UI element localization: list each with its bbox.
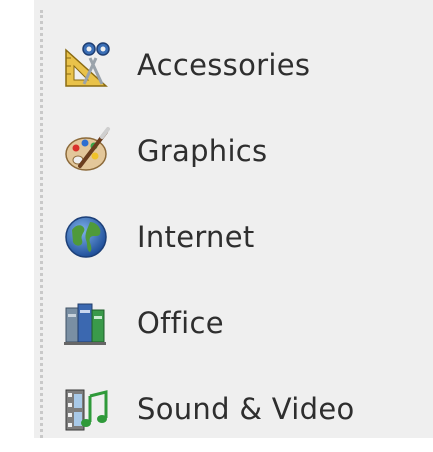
menu-item-label: Office — [137, 305, 224, 340]
menu-separator — [40, 10, 43, 438]
applications-menu: Accessories Graphics Internet Office Sou… — [62, 22, 355, 452]
graphics-icon — [62, 126, 124, 176]
menu-item-graphics[interactable]: Graphics — [62, 108, 355, 194]
sound-video-icon — [62, 384, 124, 434]
menu-item-sound-video[interactable]: Sound & Video — [62, 366, 355, 452]
internet-icon — [62, 212, 124, 262]
menu-item-label: Sound & Video — [137, 391, 355, 426]
accessories-icon — [62, 40, 124, 90]
menu-item-label: Accessories — [137, 47, 311, 82]
menu-item-office[interactable]: Office — [62, 280, 355, 366]
office-icon — [62, 298, 124, 348]
menu-item-label: Internet — [137, 219, 255, 254]
menu-item-label: Graphics — [137, 133, 268, 168]
menu-item-internet[interactable]: Internet — [62, 194, 355, 280]
menu-item-accessories[interactable]: Accessories — [62, 22, 355, 108]
